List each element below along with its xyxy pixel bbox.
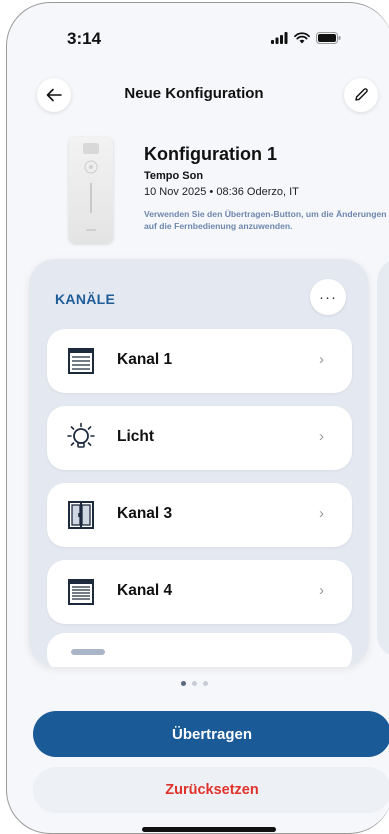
channel-row-partial[interactable] [47,633,352,667]
roller-shutter-icon [68,579,94,605]
channel-icon-partial [71,649,105,655]
ellipsis-icon: ··· [319,288,337,306]
cellular-signal-icon [271,32,288,44]
channel-label: Kanal 3 [117,505,173,522]
more-options-button[interactable]: ··· [310,279,346,315]
config-meta: 10 Nov 2025 • 08:36 Oderzo, IT [144,186,299,198]
page-dot-active[interactable] [180,681,186,686]
page-title: Neue Konfiguration [124,85,264,102]
channel-label: Licht [117,428,155,445]
wifi-icon [294,32,310,44]
channel-row-kanal-1[interactable]: Kanal 1 › [47,329,352,393]
chevron-right-icon: › [319,505,324,522]
device-name: Tempo Son [144,170,204,182]
chevron-right-icon: › [319,351,324,368]
channels-card: KANÄLE ··· Kanal 1 › Licht › Kanal 3 › K… [29,259,369,667]
light-bulb-icon [67,422,95,448]
status-bar: 3:14 [7,3,389,63]
status-time: 3:14 [67,29,102,48]
channels-title: KANÄLE [55,291,116,307]
page-indicator [7,681,387,686]
channel-row-kanal-4[interactable]: Kanal 4 › [47,560,352,624]
channels-carousel[interactable]: KANÄLE ··· Kanal 1 › Licht › Kanal 3 › K… [29,259,369,667]
edit-button[interactable] [344,78,378,112]
channel-row-licht[interactable]: Licht › [47,406,352,470]
pencil-icon [355,88,368,101]
reset-button[interactable]: Zurücksetzen [33,767,389,813]
transfer-button[interactable]: Übertragen [33,711,389,757]
page-dot[interactable] [202,681,208,686]
channel-label: Kanal 1 [117,351,173,368]
channel-label: Kanal 4 [117,582,173,599]
page-dot[interactable] [191,681,197,686]
navigation-header: Neue Konfiguration [7,73,389,117]
chevron-right-icon: › [319,428,324,445]
transfer-hint: Verwenden Sie den Übertragen-Button, um … [144,209,387,231]
channel-row-kanal-3[interactable]: Kanal 3 › [47,483,352,547]
status-icons [271,30,341,46]
home-indicator [142,827,276,832]
config-name: Konfiguration 1 [144,144,277,164]
window-icon [68,501,94,529]
phone-screen: 3:14 Neue Konfiguration Konfiguration 1 … [6,2,389,834]
next-card-preview[interactable] [377,259,389,657]
chevron-right-icon: › [319,582,324,599]
battery-icon [316,32,341,44]
remote-control-image [69,137,113,243]
roller-shutter-icon [68,348,94,374]
